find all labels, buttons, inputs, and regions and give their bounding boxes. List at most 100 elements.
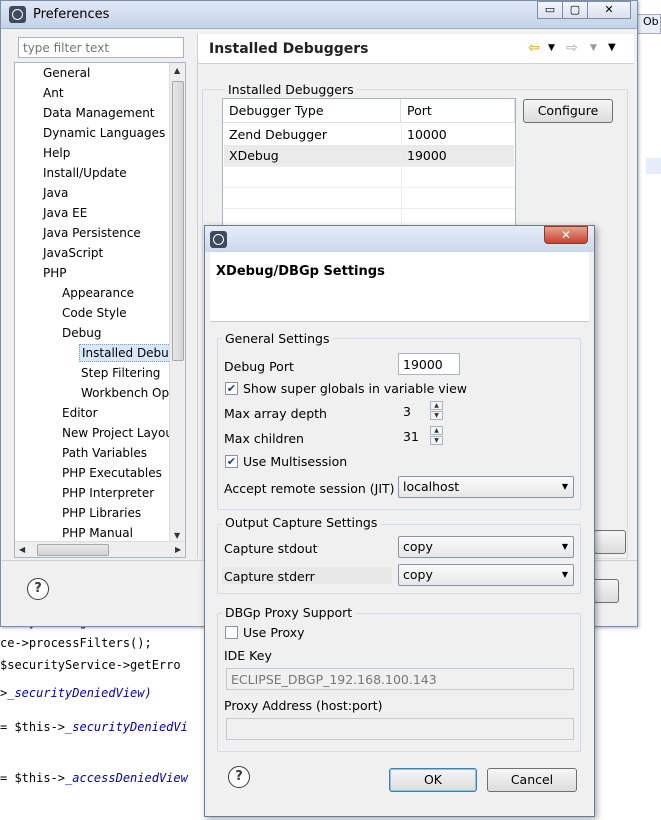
scroll-up-icon[interactable]: ▲ (174, 66, 180, 75)
maximize-button[interactable]: ▢ (562, 1, 588, 19)
ok-button[interactable]: OK (389, 768, 477, 792)
max-children-stepper[interactable]: ▲ ▼ (430, 426, 444, 446)
eclipse-app-icon (9, 6, 26, 23)
tree-item[interactable]: Java EE (41, 204, 89, 222)
scroll-down-icon[interactable]: ▼ (174, 531, 180, 540)
column-header-type[interactable]: Debugger Type (223, 99, 401, 123)
remote-session-label: Accept remote session (JIT) (224, 481, 395, 496)
tree-item[interactable]: PHP Interpreter (60, 484, 156, 502)
back-menu-icon[interactable]: ▼ (548, 43, 555, 53)
tree-item[interactable]: Help (41, 144, 72, 162)
dialog-header: XDebug/DBGp Settings (210, 252, 589, 322)
tree-scroll-thumb[interactable] (172, 81, 184, 361)
use-proxy-checkbox[interactable] (225, 626, 238, 639)
scroll-left-icon[interactable]: ◀ (19, 545, 25, 554)
multisession-checkbox[interactable]: ✔ (225, 455, 238, 468)
table-cell-port: 19000 (407, 148, 447, 163)
preferences-titlebar[interactable]: Preferences ▭ ▢ ✕ (1, 1, 637, 29)
help-icon[interactable]: ? (27, 578, 49, 600)
tree-item[interactable]: General (41, 64, 92, 82)
multisession-label: Use Multisession (243, 454, 348, 469)
minimize-button[interactable]: ▭ (537, 1, 563, 19)
tree-item[interactable]: Path Variables (60, 444, 149, 462)
close-button[interactable]: ✕ (587, 1, 631, 19)
debug-port-label: Debug Port (224, 359, 294, 374)
preferences-tree[interactable]: General Ant Data Management Dynamic Languag… (14, 62, 186, 558)
cancel-button[interactable]: Cancel (487, 768, 577, 792)
ide-key-label: IDE Key (224, 648, 272, 663)
output-capture-label: Output Capture Settings (222, 515, 381, 530)
preferences-title: Preferences (33, 7, 110, 22)
configure-button[interactable]: Configure (523, 99, 613, 123)
general-settings-label: General Settings (222, 331, 333, 346)
view-menu-icon[interactable]: ▼ (608, 42, 616, 53)
xdebug-settings-dialog: ✕ XDebug/DBGp Settings General Settings … (204, 225, 595, 817)
background-tab[interactable]: Ob (636, 14, 661, 34)
forward-arrow-icon[interactable]: ⇨ (566, 40, 578, 56)
tree-item[interactable]: Workbench Op (79, 384, 171, 402)
max-array-depth-stepper[interactable]: ▲ ▼ (430, 401, 444, 421)
filter-input[interactable] (18, 37, 184, 58)
table-cell-port: 10000 (407, 127, 447, 142)
chevron-down-icon: ▼ (561, 570, 568, 579)
tree-item[interactable]: PHP Executables (60, 464, 164, 482)
max-array-depth-input[interactable] (398, 400, 426, 422)
help-icon[interactable]: ? (228, 766, 250, 788)
tree-item[interactable]: Editor (60, 404, 100, 422)
code-line: ce->processFilters(); (0, 636, 152, 650)
dialog-body: General Settings Debug Port ✔ Show super… (210, 322, 589, 812)
proxy-address-input[interactable] (226, 718, 574, 740)
dialog-close-button[interactable]: ✕ (544, 226, 588, 244)
tree-item[interactable]: Data Management (41, 104, 157, 122)
dialog-title: XDebug/DBGp Settings (216, 264, 385, 279)
remote-session-select[interactable]: localhost ▼ (398, 476, 574, 498)
tree-item[interactable]: Java Persistence (41, 224, 143, 242)
remote-session-value: localhost (403, 479, 460, 494)
capture-stderr-select[interactable]: copy ▼ (398, 564, 574, 586)
tree-item[interactable]: Ant (41, 84, 66, 102)
tree-item[interactable]: PHP Libraries (60, 504, 143, 522)
max-array-depth-label: Max array depth (224, 406, 327, 421)
show-superglobals-label: Show super globals in variable view (243, 381, 468, 396)
column-header-port[interactable]: Port (401, 99, 515, 123)
tree-item[interactable]: Debug (60, 324, 103, 342)
tree-vertical-scrollbar[interactable]: ▲ ▼ (169, 63, 185, 543)
dialog-titlebar[interactable]: ✕ (205, 226, 594, 252)
debuggers-table[interactable]: Debugger Type Port Zend Debugger 10000 X… (222, 98, 516, 238)
max-children-input[interactable] (398, 425, 426, 447)
code-line: $securityService->getErro (0, 658, 181, 672)
tree-horizontal-scrollbar[interactable]: ◀ ▶ (15, 541, 185, 557)
hidden-button[interactable] (594, 530, 626, 554)
tree-item[interactable]: Java (41, 184, 70, 202)
tree-item[interactable]: JavaScript (41, 244, 105, 262)
back-arrow-icon[interactable]: ⇦ (528, 40, 540, 56)
debug-port-input[interactable] (398, 353, 460, 375)
background-highlight (646, 158, 661, 174)
capture-stdout-select[interactable]: copy ▼ (398, 536, 574, 558)
max-children-label: Max children (224, 431, 304, 446)
ide-key-input[interactable] (226, 668, 574, 690)
use-proxy-label: Use Proxy (243, 625, 305, 640)
panel-header: Installed Debuggers ⇦ ▼ ⇨ ▼ ▼ (198, 34, 634, 64)
capture-stderr-value: copy (403, 567, 433, 582)
code-line: = $this->_accessDeniedView (0, 771, 188, 785)
code-line: = $this->_securityDeniedVi (0, 720, 188, 734)
tree-item[interactable]: PHP Manual (60, 524, 135, 542)
scroll-right-icon[interactable]: ▶ (175, 545, 181, 554)
eclipse-app-icon (210, 231, 227, 248)
tree-item[interactable]: Step Filtering (79, 364, 162, 382)
tree-item[interactable]: Appearance (60, 284, 136, 302)
chevron-down-icon: ▼ (561, 482, 568, 491)
table-cell-type: Zend Debugger (229, 127, 327, 142)
tree-item[interactable]: Dynamic Languages (41, 124, 167, 142)
capture-stdout-value: copy (403, 539, 433, 554)
forward-menu-icon[interactable]: ▼ (590, 43, 597, 53)
tree-item[interactable]: Code Style (60, 304, 129, 322)
tree-item[interactable]: New Project Layou (60, 424, 175, 442)
tree-hscroll-thumb[interactable] (37, 544, 109, 556)
proxy-group-label: DBGp Proxy Support (222, 605, 356, 620)
tree-item[interactable]: Install/Update (41, 164, 129, 182)
tree-item[interactable]: PHP (41, 264, 69, 282)
code-line: >_securityDeniedView) (0, 686, 152, 700)
show-superglobals-checkbox[interactable]: ✔ (225, 382, 238, 395)
